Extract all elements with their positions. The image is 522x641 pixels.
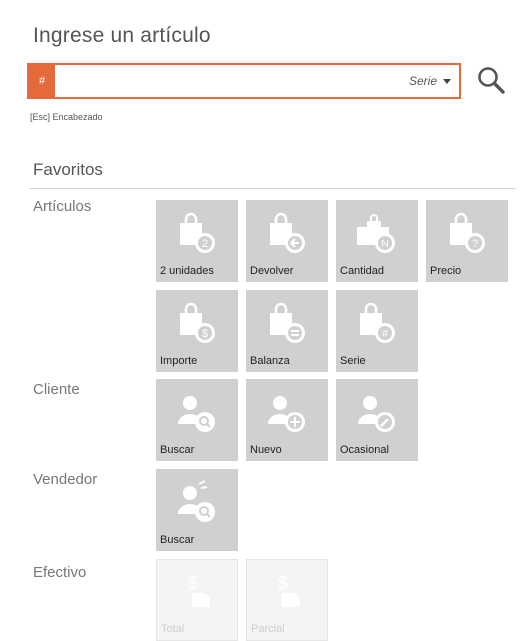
svg-text:2: 2 (202, 238, 208, 250)
tile-label: Ocasional (340, 444, 389, 456)
tile-label: Buscar (160, 444, 195, 456)
svg-text:#: # (382, 328, 389, 340)
bags-quantity-icon: N (357, 214, 395, 253)
group-label-cliente: Cliente (33, 381, 80, 398)
person-search-icon (178, 396, 215, 432)
divider (30, 188, 516, 189)
tile-cliente-nuevo[interactable]: Nuevo (246, 379, 328, 461)
tile-importe[interactable]: $ Importe (156, 290, 238, 372)
bag-question-icon: ? (450, 212, 485, 253)
tile-2-unidades[interactable]: 2 2 unidades (156, 200, 238, 282)
tile-label: Nuevo (250, 444, 282, 456)
group-label-efectivo: Efectivo (33, 564, 87, 581)
tile-label: Serie (340, 355, 366, 367)
tile-cantidad[interactable]: N Cantidad (336, 200, 418, 282)
svg-text:$: $ (278, 573, 288, 593)
tile-devolver[interactable]: Devolver (246, 200, 328, 282)
tile-efectivo-total[interactable]: $ Total (156, 559, 238, 641)
tile-balanza[interactable]: Balanza (246, 290, 328, 372)
tile-label: Total (161, 623, 185, 635)
tile-label: Balanza (250, 355, 290, 367)
tile-serie[interactable]: # Serie (336, 290, 418, 372)
tile-label: Cantidad (340, 265, 385, 277)
tile-efectivo-parcial[interactable]: $ Parcial (246, 559, 328, 641)
svg-text:$: $ (202, 328, 208, 340)
tile-cliente-ocasional[interactable]: Ocasional (336, 379, 418, 461)
group-label-articulos: Artículos (33, 198, 92, 215)
search-icon (478, 67, 505, 94)
person-add-icon (268, 396, 305, 432)
svg-text:$: $ (188, 573, 198, 593)
bag-scale-icon (270, 302, 305, 343)
search-mode-select[interactable]: Serie (409, 65, 451, 97)
cash-hand-icon: $ (188, 573, 210, 607)
page-title: Ingrese un artículo (33, 24, 211, 47)
cash-hand-partial-icon: $ (278, 573, 300, 607)
search-mode-value: Serie (408, 74, 437, 88)
tile-precio[interactable]: ? Precio (426, 200, 508, 282)
bag-return-icon (270, 212, 305, 253)
group-label-vendedor: Vendedor (33, 471, 98, 488)
hash-prefix-icon: # (29, 65, 55, 97)
tile-label: Buscar (160, 534, 195, 546)
tile-vendedor-buscar[interactable]: Buscar (156, 469, 238, 551)
search-button[interactable] (476, 65, 506, 95)
tile-label: Parcial (251, 623, 285, 635)
tile-label: Precio (430, 265, 462, 277)
bag-number-2-icon: 2 (180, 212, 215, 253)
bag-hash-icon: # (360, 302, 395, 343)
svg-text:?: ? (472, 238, 478, 250)
tile-label: 2 unidades (160, 265, 214, 277)
salesperson-search-icon (178, 480, 215, 522)
bag-dollar-icon: $ (180, 302, 215, 343)
person-edit-icon (358, 396, 395, 432)
item-search-box[interactable]: # Serie (27, 63, 461, 99)
tile-cliente-buscar[interactable]: Buscar (156, 379, 238, 461)
item-search-input[interactable] (57, 67, 387, 95)
favorites-title: Favoritos (33, 160, 103, 179)
tile-label: Devolver (250, 265, 294, 277)
keyboard-hint: [Esc] Encabezado (30, 112, 103, 122)
tile-label: Importe (160, 355, 198, 367)
svg-text:N: N (381, 239, 388, 250)
item-search-bar: # Serie (27, 63, 516, 99)
chevron-down-icon (443, 79, 451, 85)
